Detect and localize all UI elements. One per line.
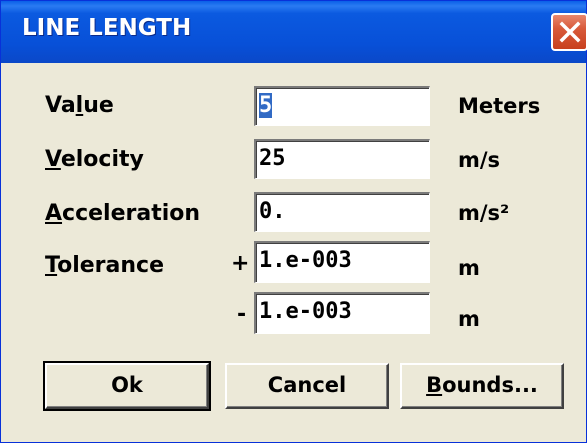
- value-label: Value: [45, 93, 114, 118]
- velocity-unit: m/s: [458, 148, 501, 172]
- tolerance-plus-field-text: 1.e-003: [259, 248, 352, 273]
- close-button[interactable]: [551, 13, 587, 51]
- window-title: LINE LENGTH: [22, 15, 192, 41]
- velocity-field[interactable]: 25: [254, 139, 430, 179]
- acceleration-unit: m/s²: [458, 201, 510, 225]
- value-field[interactable]: 5: [254, 86, 430, 126]
- title-bar[interactable]: LINE LENGTH: [1, 1, 587, 63]
- tolerance-minus-field[interactable]: 1.e-003: [254, 292, 430, 334]
- tolerance-label: Tolerance: [45, 253, 164, 278]
- close-icon: [559, 21, 581, 43]
- velocity-field-text: 25: [259, 146, 286, 171]
- acceleration-field-text: 0.: [259, 199, 286, 224]
- ok-button[interactable]: Ok: [43, 361, 211, 411]
- acceleration-field[interactable]: 0.: [254, 192, 430, 232]
- tolerance-plus-sign: +: [231, 251, 250, 276]
- velocity-label: Velocity: [45, 147, 144, 172]
- line-length-dialog: LINE LENGTH Value 5 Meters Velocity 25 m…: [0, 0, 587, 443]
- cancel-button[interactable]: Cancel: [225, 363, 389, 409]
- tolerance-minus-field-text: 1.e-003: [259, 299, 352, 324]
- tolerance-plus-unit: m: [458, 256, 480, 280]
- value-field-text: 5: [259, 93, 273, 118]
- tolerance-minus-sign: -: [237, 302, 247, 327]
- bounds-button[interactable]: Bounds...: [400, 363, 564, 409]
- tolerance-plus-field[interactable]: 1.e-003: [254, 241, 430, 283]
- tolerance-minus-unit: m: [458, 307, 480, 331]
- acceleration-label: Acceleration: [45, 201, 201, 226]
- value-unit: Meters: [458, 94, 541, 118]
